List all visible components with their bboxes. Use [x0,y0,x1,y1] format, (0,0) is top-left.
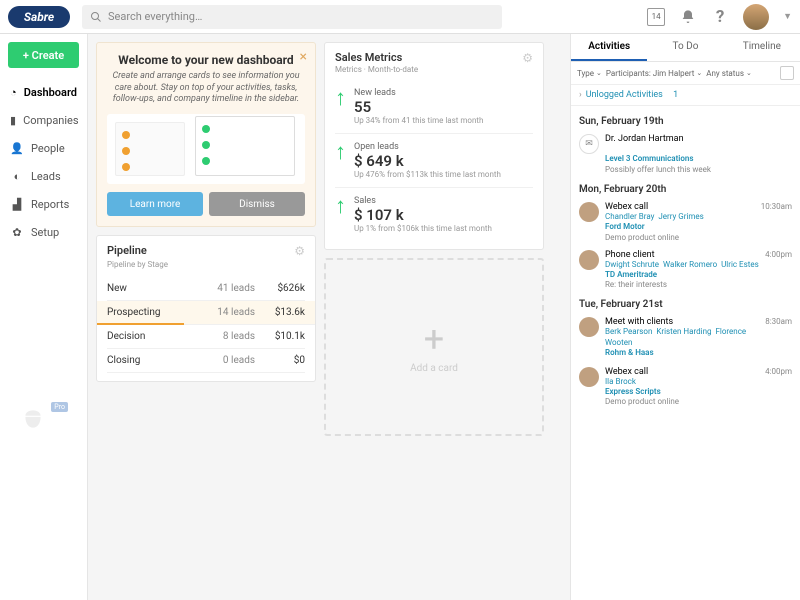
nav-icon: ▮ [10,113,16,127]
metric-row: ↑Sales$ 107 kUp 1% from $106k this time … [335,187,533,241]
tab-timeline[interactable]: Timeline [724,34,800,61]
search-placeholder: Search everything… [108,10,202,23]
calendar-icon[interactable] [780,66,794,80]
topbar: Sabre Search everything… 14 ? ▼ [0,0,800,34]
day-header: Sun, February 19th [571,110,800,130]
gear-icon[interactable]: ⚙ [294,244,305,258]
welcome-title: Welcome to your new dashboard [107,53,305,67]
dismiss-button[interactable]: Dismiss [209,192,305,216]
welcome-illustration [107,114,305,184]
close-icon[interactable]: × [300,49,307,65]
create-button[interactable]: + Create [8,42,79,68]
nav-label: Reports [31,198,69,211]
pipeline-title: Pipeline [107,244,147,258]
nav-label: Leads [31,170,61,183]
chevron-down-icon: ⌄ [746,69,752,77]
pro-badge: Pro [51,402,68,412]
welcome-body: Create and arrange cards to see informat… [107,71,305,106]
chevron-down-icon[interactable]: ▼ [783,11,792,22]
pipeline-row[interactable]: Prospecting14 leads$13.6k [97,301,315,325]
top-icons: 14 ? ▼ [647,4,792,30]
activity-avatar: ✉ [579,134,599,154]
search-icon [90,11,102,23]
activity-avatar [579,202,599,222]
activity-avatar [579,317,599,337]
nav-dashboard[interactable]: ◔ Dashboard [0,78,87,106]
nav-icon: ✿ [10,225,24,239]
add-card-label: Add a card [410,363,458,374]
activity-avatar [579,250,599,270]
unlogged-activities[interactable]: › Unlogged Activities 1 [571,85,800,106]
filters: Type ⌄ Participants: Jim Halpert ⌄ Any s… [571,62,800,85]
gear-icon[interactable]: ⚙ [522,51,533,65]
acorn-logo: Pro [20,406,50,436]
nav-label: People [31,142,65,155]
activity-item[interactable]: Webex callChandler Bray Jerry GrimesFord… [571,198,800,246]
metric-row: ↑Open leads$ 649 kUp 476% from $113k thi… [335,133,533,187]
help-icon[interactable]: ? [711,8,729,26]
day-header: Mon, February 20th [571,178,800,198]
nav-reports[interactable]: ▟ Reports [0,190,87,218]
nav-icon: 👤 [10,141,24,155]
arrow-up-icon: ↑ [335,196,346,233]
activity-item[interactable]: Webex callIla BrockExpress ScriptsDemo p… [571,363,800,411]
filter-status[interactable]: Any status ⌄ [706,69,752,78]
filter-participants[interactable]: Participants: Jim Halpert ⌄ [606,69,702,78]
activity-item[interactable]: Phone clientDwight Schrute Walker Romero… [571,246,800,294]
nav-icon: ◔ [10,85,17,99]
day-header: Tue, February 21st [571,293,800,313]
nav-companies[interactable]: ▮ Companies [0,106,87,134]
chevron-down-icon: ⌄ [696,69,702,77]
nav-icon: ◐ [10,169,24,183]
activity-feed: Sun, February 19th✉Dr. Jordan HartmanLev… [571,106,800,600]
activity-item[interactable]: ✉Dr. Jordan HartmanLevel 3 Communication… [571,130,800,178]
search-input[interactable]: Search everything… [82,5,502,29]
avatar[interactable] [743,4,769,30]
pipeline-row[interactable]: Closing0 leads$0 [107,349,305,373]
nav-icon: ▟ [10,197,24,211]
metrics-subtitle: Metrics · Month-to-date [335,65,533,74]
plus-icon: + [424,321,444,357]
sidebar: + Create ◔ Dashboard ▮ Companies 👤 People ◐ Lea… [0,34,88,600]
arrow-up-icon: ↑ [335,142,346,179]
logo: Sabre [8,6,70,28]
metrics-title: Sales Metrics [335,51,402,65]
tab-activities[interactable]: Activities [571,34,647,61]
chevron-right-icon: › [579,90,582,100]
chevron-down-icon: ⌄ [596,69,602,77]
activity-item[interactable]: Meet with clientsBerk Pearson Kristen Ha… [571,313,800,362]
arrow-up-icon: ↑ [335,88,346,125]
calendar-icon[interactable]: 14 [647,8,665,26]
metric-row: ↑New leads55Up 34% from 41 this time las… [335,80,533,133]
pipeline-subtitle: Pipeline by Stage [107,260,305,269]
tab-to-do[interactable]: To Do [647,34,723,61]
learn-more-button[interactable]: Learn more [107,192,203,216]
add-card-button[interactable]: + Add a card [324,258,544,436]
nav-label: Companies [23,114,79,127]
right-panel: ActivitiesTo DoTimeline Type ⌄ Participa… [570,34,800,600]
nav-label: Dashboard [24,86,77,99]
pipeline-row[interactable]: Decision8 leads$10.1k [107,325,305,349]
welcome-card: × Welcome to your new dashboard Create a… [96,42,316,227]
metrics-card: Sales Metrics ⚙ Metrics · Month-to-date ↑… [324,42,544,250]
nav-label: Setup [31,226,59,239]
tabs: ActivitiesTo DoTimeline [571,34,800,62]
filter-type[interactable]: Type ⌄ [577,69,602,78]
pipeline-card: Pipeline ⚙ Pipeline by Stage New41 leads$… [96,235,316,382]
bell-icon[interactable] [679,8,697,26]
activity-avatar [579,367,599,387]
pipeline-row[interactable]: New41 leads$626k [107,277,305,301]
nav-leads[interactable]: ◐ Leads [0,162,87,190]
nav-setup[interactable]: ✿ Setup [0,218,87,246]
nav-people[interactable]: 👤 People [0,134,87,162]
